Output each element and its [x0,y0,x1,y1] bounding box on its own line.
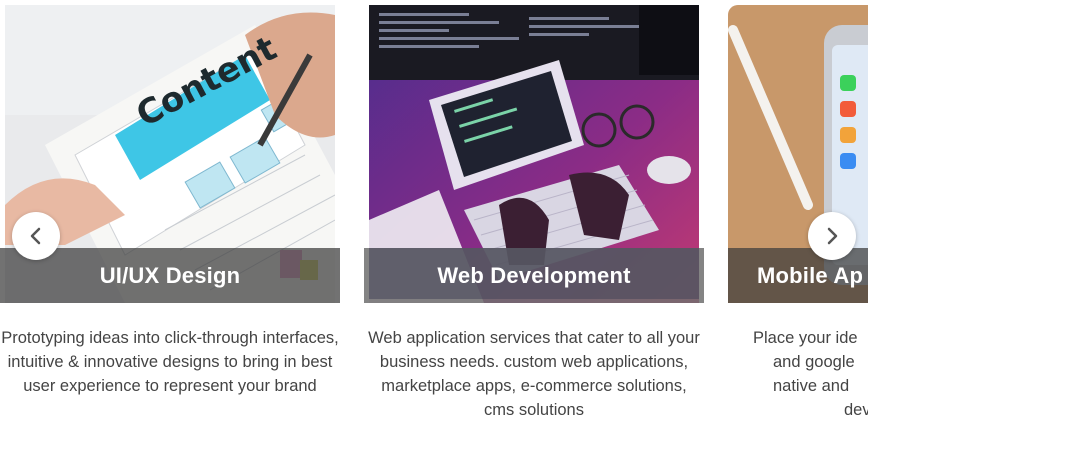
card-title: UI/UX Design [99,262,241,288]
chevron-right-icon [827,227,838,245]
card-description: Place your ide and google native and dev [753,329,868,419]
card-title-bar: Mobile Ap [728,248,868,303]
card-title-bar: UI/UX Design [0,248,340,303]
service-card-web-development[interactable]: Web Development Web application services… [364,5,704,422]
card-description: Web application services that cater to a… [368,329,700,419]
carousel-next-button[interactable] [808,212,856,260]
card-title: Web Development [437,262,631,288]
card-title: Mobile Ap [757,262,864,288]
card-description: Prototyping ideas into click-through int… [1,329,339,395]
services-carousel: Content UI/UX Design Prototyping ideas i… [0,0,868,472]
service-card-uiux[interactable]: Content UI/UX Design Prototyping ideas i… [0,5,340,398]
card-title-bar: Web Development [364,248,704,303]
carousel-prev-button[interactable] [12,212,60,260]
chevron-left-icon [30,227,41,245]
service-card-mobile-app[interactable]: Mobile Ap Place your ide and google nati… [728,5,868,422]
